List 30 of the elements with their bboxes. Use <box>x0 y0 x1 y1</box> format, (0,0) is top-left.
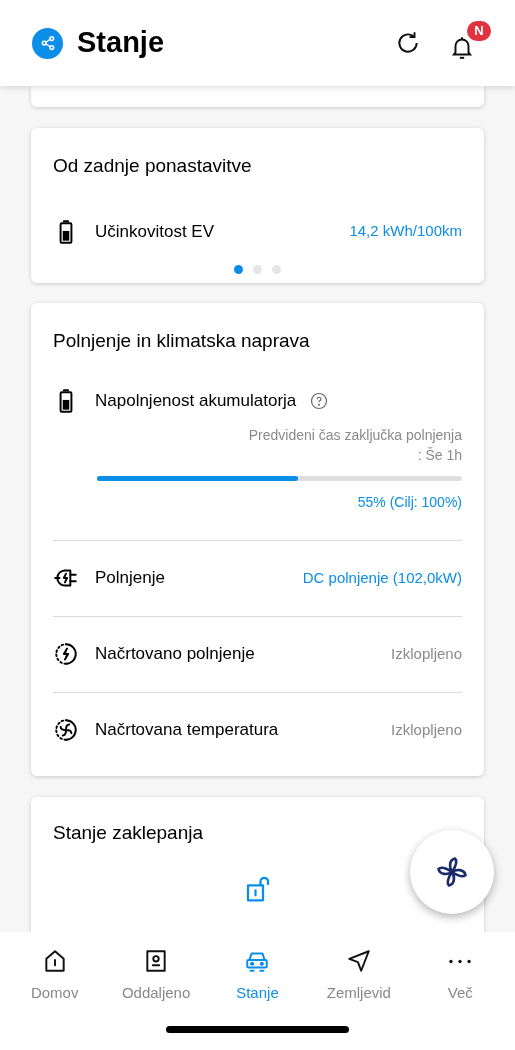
charge-reading: 55% (Cilj: 100%) <box>356 492 462 512</box>
card-title: Polnjenje in klimatska naprava <box>53 329 311 353</box>
row-label: Učinkovitost EV <box>95 220 216 243</box>
notification-badge: N <box>467 21 491 41</box>
nav-tab[interactable]: Domov <box>4 948 105 1005</box>
row-label: Načrtovano polnjenje <box>95 643 256 666</box>
page-title: Stanje <box>77 25 165 61</box>
scheduled-climate-icon <box>53 717 79 743</box>
row-label: Polnjenje <box>95 567 166 590</box>
refresh-icon <box>395 30 421 56</box>
help-button[interactable] <box>310 391 329 410</box>
row-value: Izklopljeno <box>391 719 462 740</box>
row-label: Načrtovana temperatura <box>95 719 280 742</box>
nav-tab[interactable]: Stanje <box>207 948 308 1005</box>
fan-icon <box>434 854 470 890</box>
nav-tab[interactable]: Več <box>410 948 511 1005</box>
help-icon <box>310 391 329 410</box>
row-value: Izklopljeno <box>391 643 462 664</box>
charge-estimate: Predvideni čas zaključka polnjenja : Še 1h <box>247 425 462 465</box>
card-title: Stanje zaklepanja <box>53 821 204 845</box>
row-value: DC polnjenje (102,0kW) <box>302 567 462 588</box>
scheduled-charge-icon <box>53 641 79 667</box>
more-icon <box>449 958 472 964</box>
navigation-arrow-icon <box>345 948 372 974</box>
nav-tab[interactable]: Zemljevid <box>308 948 409 1005</box>
card-title: Od zadnje ponastavitve <box>53 154 253 178</box>
row-value: 14,2 kWh/100km <box>349 221 462 242</box>
nav-tab[interactable]: Oddaljeno <box>106 948 207 1005</box>
row-label: Napolnjenost akumulatorja <box>95 389 297 412</box>
share-button[interactable] <box>32 27 63 59</box>
